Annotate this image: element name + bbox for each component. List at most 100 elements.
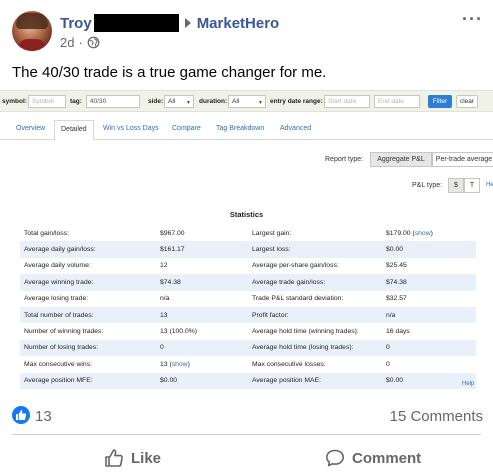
table-row: Average daily gain/loss: $161.17 Largest l… [20,241,476,258]
duration-select[interactable]: All ▾ [228,95,266,108]
stat-label-text: Average hold time (winning trades): [252,328,359,336]
stat-value: 13 (100.0%) [156,323,248,339]
symbol-label: symbol: [2,98,27,105]
pl-dollar-button[interactable]: $ [448,178,464,193]
report-type-label: Report type: [325,156,364,163]
stat-label-text: Total gain/loss: [24,229,69,237]
like-count[interactable]: 13 [35,408,52,425]
stat-label: Average position MAE: [248,372,382,389]
stat-label-text: Number of winning trades: [24,328,104,336]
table-row: Number of losing trades: 0 Average hold ti… [20,339,476,357]
pl-ticks-button[interactable]: T [464,178,480,193]
group-name[interactable]: MarketHero [197,15,280,32]
tag-label: tag: [70,98,82,105]
symbol-input[interactable]: Symbol [28,95,66,108]
stat-label: Total gain/loss: [20,225,156,241]
author-name[interactable]: Troy [60,15,92,32]
stat-value-text: 13 [160,311,168,319]
stat-value: 13 [156,306,248,324]
comment-button[interactable]: Comment [325,448,421,468]
statistics-table: Total gain/loss: $967.00 Largest gain: $179… [20,225,476,389]
stat-label: Average per-share gain/loss: [248,258,382,274]
stat-value: 0 [382,356,476,372]
embedded-screenshot: symbol: Symbol tag: 40/30 side: All ▾ du… [0,90,493,395]
pl-type-label: P&L type: [412,182,443,189]
thumbs-up-icon[interactable] [12,406,30,424]
tag-input[interactable]: 40/30 [86,95,140,108]
stat-value-text: $74.38 [160,278,181,286]
avatar-hair [16,13,48,29]
statistics-help-link[interactable]: Help [462,381,474,387]
tab-win-vs-loss-days[interactable]: Win vs Loss Days [103,125,159,132]
duration-label: duration: [199,98,228,105]
stat-label: Largest loss: [248,241,382,258]
clear-button[interactable]: clear [456,95,478,108]
stat-label-text: Largest gain: [252,229,292,237]
stat-label: Average position MFE: [20,372,156,389]
stat-value: $967.00 [156,225,248,241]
report-tabs: Overview Detailed Win vs Loss Days Compa… [0,120,493,141]
speech-bubble-icon [326,449,344,467]
closing-paren: ) [430,229,433,237]
stat-label: Average hold time (winning trades): [248,323,382,339]
post-header: Troy MarketHero 2d · ··· [0,0,493,56]
side-label: side: [148,98,164,105]
tab-overview[interactable]: Overview [16,125,45,132]
filter-button[interactable]: Filter [428,95,452,108]
stat-value-text: n/a [386,311,396,319]
triangle-right-icon [184,18,191,28]
stat-value: 0 [156,339,248,357]
table-row: Max consecutive wins: 13 (show) Max consec… [20,356,476,372]
table-row: Number of winning trades: 13 (100.0%) Aver… [20,323,476,339]
stat-label: Trade P&L standard deviation: [248,291,382,307]
table-row: Average losing trade: n/a Trade P&L standa… [20,291,476,307]
comment-count[interactable]: 15 Comments [390,408,483,425]
stat-value: 0 [382,339,476,357]
stat-label-text: Max consecutive wins: [24,360,92,368]
aggregate-pl-button[interactable]: Aggregate P&L [370,152,432,167]
table-row: Total number of trades: 13 Profit factor: n… [20,306,476,324]
start-date-input[interactable]: Start date [324,95,370,108]
stat-label: Average winning trade: [20,274,156,291]
table-row: Average position MFE: $0.00 Average positi… [20,372,476,389]
per-trade-average-button[interactable]: Per-trade average [432,152,493,167]
side-select[interactable]: All ▾ [164,95,194,108]
stat-value: 12 [156,258,248,274]
divider [12,434,481,435]
stat-value-text: 13 ( [160,360,172,368]
post-timestamp[interactable]: 2d [60,35,74,50]
statistics-title: Statistics [229,210,264,219]
tab-tag-breakdown[interactable]: Tag Breakdown [216,125,264,132]
end-date-input[interactable]: End date [374,95,420,108]
stat-value-text: 12 [160,262,168,270]
show-link[interactable]: show [172,361,188,368]
stat-label: Average daily volume: [20,258,156,274]
show-link[interactable]: show [415,230,431,237]
like-button[interactable]: Like [104,448,161,468]
tab-detailed[interactable]: Detailed [54,120,94,141]
ellipsis-icon[interactable]: ··· [462,10,483,28]
stat-label: Max consecutive wins: [20,356,156,372]
stat-label-text: Largest loss: [252,246,291,254]
stat-label: Average daily gain/loss: [20,241,156,258]
tab-compare[interactable]: Compare [172,125,201,132]
stat-value-text: $967.00 [160,229,185,237]
stat-value: 16 days [382,323,476,339]
report-help-link[interactable]: He [486,182,493,188]
stat-label: Number of losing trades: [20,339,156,357]
side-select-value: All [168,98,176,105]
date-range-label: entry date range: [270,98,323,105]
stat-value: 13 (show) [156,356,248,372]
stat-label-text: Average daily gain/loss: [24,246,96,254]
stat-label: Average hold time (losing trades): [248,339,382,357]
stat-value-text: $0.00 [160,377,178,385]
stat-value: $179.00 (show) [382,225,476,241]
stat-label: Total number of trades: [20,306,156,324]
stat-label-text: Trade P&L standard deviation: [252,295,344,303]
stat-label-text: Profit factor: [252,311,289,319]
redacted-name-block [93,14,179,32]
avatar[interactable] [12,11,52,51]
stat-label-text: Average trade gain/loss: [252,278,326,286]
tab-advanced[interactable]: Advanced [280,125,311,132]
globe-icon[interactable] [87,36,100,49]
